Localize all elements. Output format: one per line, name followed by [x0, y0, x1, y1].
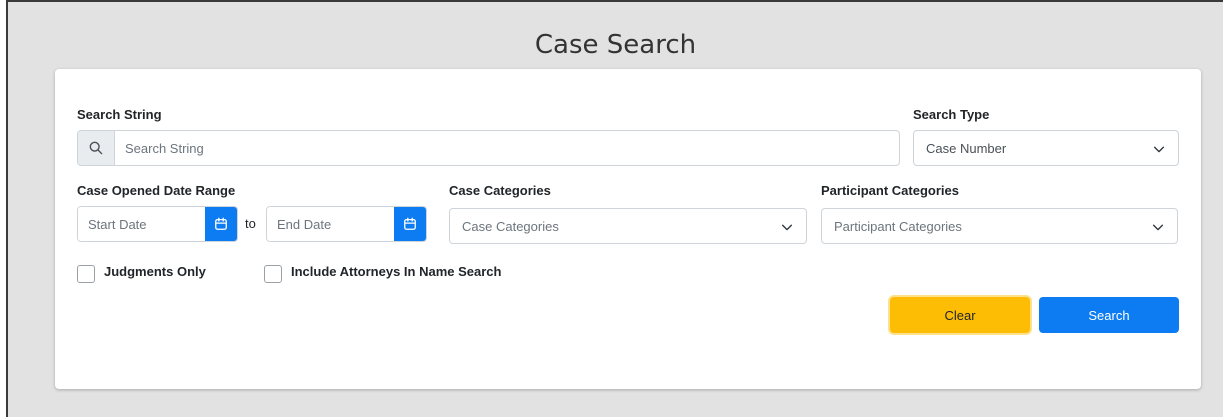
participant-categories-placeholder: Participant Categories — [834, 218, 962, 234]
participant-categories-label: Participant Categories — [821, 183, 959, 198]
case-categories-select[interactable]: Case Categories — [449, 208, 807, 244]
search-type-value: Case Number — [926, 140, 1007, 156]
page-frame: Case Search Search String Search String … — [6, 0, 1223, 417]
case-categories-placeholder: Case Categories — [462, 218, 559, 234]
page-title: Case Search — [534, 30, 697, 60]
case-categories-label: Case Categories — [449, 183, 551, 198]
include-attorneys-label: Include Attorneys In Name Search — [291, 264, 502, 279]
include-attorneys-checkbox[interactable] — [264, 265, 282, 283]
chevron-down-icon — [1153, 146, 1165, 153]
search-form-card: Search String Search String Search Type … — [55, 69, 1201, 389]
start-date-calendar-button[interactable] — [205, 207, 237, 241]
end-date-input[interactable]: End Date — [267, 207, 394, 241]
search-type-select[interactable]: Case Number — [913, 130, 1179, 166]
start-date-group: Start Date — [77, 206, 238, 242]
search-addon — [78, 131, 115, 165]
calendar-icon — [215, 217, 227, 230]
search-button[interactable]: Search — [1039, 297, 1179, 333]
end-date-calendar-button[interactable] — [394, 207, 426, 241]
date-range-label: Case Opened Date Range — [77, 183, 236, 198]
end-date-group: End Date — [266, 206, 427, 242]
clear-button[interactable]: Clear — [890, 297, 1030, 333]
search-icon — [89, 141, 103, 155]
calendar-icon — [404, 217, 416, 230]
search-string-input[interactable]: Search String — [115, 131, 899, 165]
search-string-label: Search String — [77, 107, 162, 122]
date-range-to-label: to — [245, 216, 256, 231]
search-type-label: Search Type — [913, 107, 990, 122]
search-string-group: Search String — [77, 130, 900, 166]
participant-categories-select[interactable]: Participant Categories — [821, 208, 1178, 244]
chevron-down-icon — [1152, 224, 1164, 231]
chevron-down-icon — [781, 224, 793, 231]
judgments-only-label: Judgments Only — [104, 264, 206, 279]
start-date-input[interactable]: Start Date — [78, 207, 205, 241]
judgments-only-checkbox[interactable] — [77, 265, 95, 283]
